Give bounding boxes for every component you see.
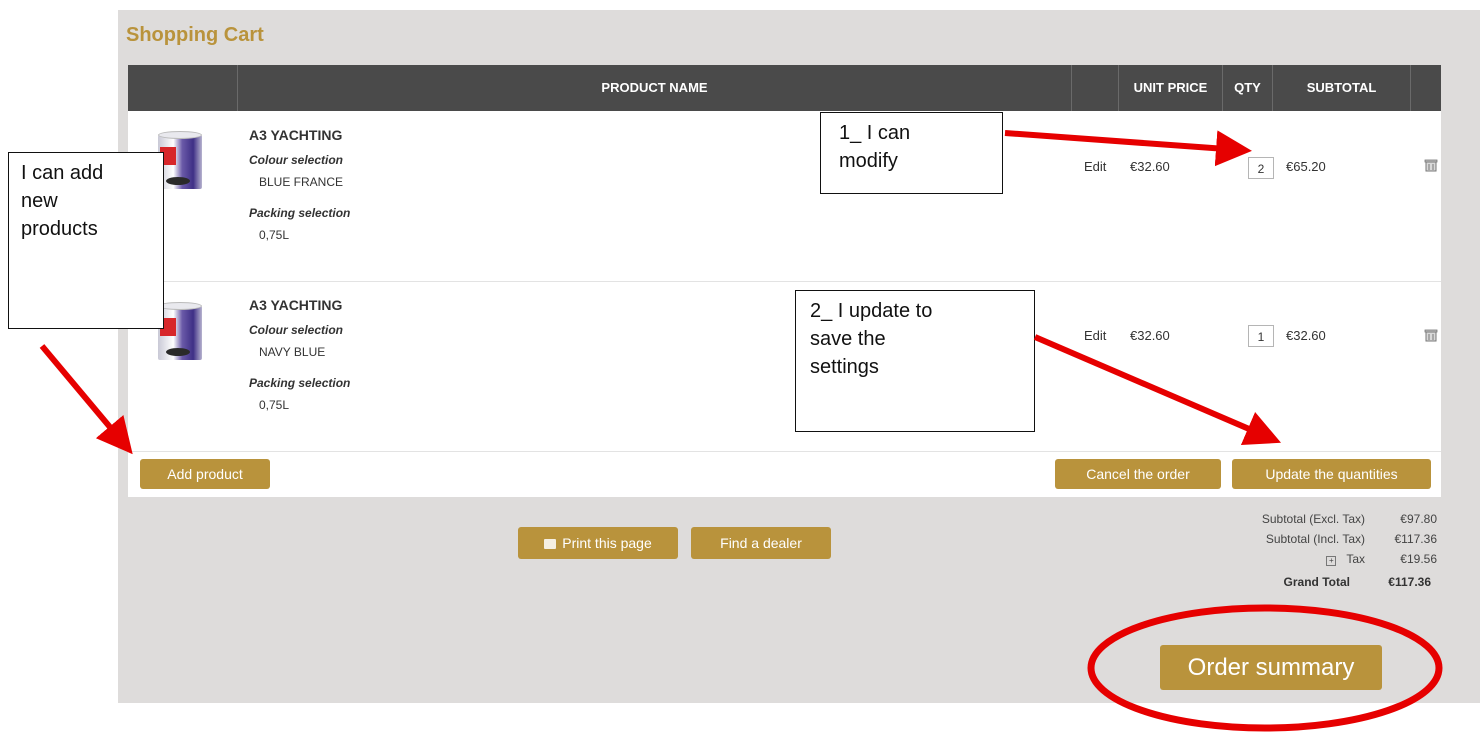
subtotal-excl-value: €97.80 bbox=[1400, 512, 1437, 526]
expand-icon[interactable]: + bbox=[1326, 556, 1337, 566]
annotation-add-products: I can add new products bbox=[8, 152, 164, 329]
unit-price: €32.60 bbox=[1130, 159, 1170, 174]
colour-value: BLUE FRANCE bbox=[259, 175, 344, 189]
order-summary-button[interactable]: Order summary bbox=[1160, 645, 1382, 690]
annotation-line: new bbox=[21, 190, 58, 212]
packing-label: Packing selection bbox=[249, 206, 351, 220]
annotation-line: settings bbox=[810, 356, 879, 378]
print-page-label: Print this page bbox=[562, 535, 652, 551]
annotation-update: 2_ I update to save the settings bbox=[795, 290, 1035, 432]
packing-value: 0,75L bbox=[259, 228, 290, 242]
grand-total-value: €117.36 bbox=[1388, 575, 1431, 589]
row-subtotal: €32.60 bbox=[1286, 328, 1326, 343]
annotation-modify: 1_ I can modify bbox=[820, 112, 1003, 194]
product-name[interactable]: A3 YACHTING bbox=[249, 297, 342, 313]
edit-link[interactable]: Edit bbox=[1084, 328, 1106, 343]
product-image[interactable] bbox=[158, 300, 202, 362]
subtotal-incl-label: Subtotal (Incl. Tax) bbox=[1265, 532, 1365, 546]
row-subtotal: €65.20 bbox=[1286, 159, 1326, 174]
header-unit-price: UNIT PRICE bbox=[1118, 65, 1222, 111]
find-dealer-button[interactable]: Find a dealer bbox=[691, 527, 831, 559]
header-product-name: PRODUCT NAME bbox=[237, 65, 1071, 111]
trash-icon[interactable] bbox=[1424, 158, 1438, 172]
annotation-line: 1_ I can bbox=[839, 122, 911, 144]
add-product-button[interactable]: Add product bbox=[140, 459, 270, 489]
unit-price: €32.60 bbox=[1130, 328, 1170, 343]
header-qty: QTY bbox=[1222, 65, 1272, 111]
trash-icon[interactable] bbox=[1424, 328, 1438, 342]
annotation-line: I can add bbox=[21, 162, 104, 184]
colour-value: NAVY BLUE bbox=[259, 345, 326, 359]
product-name[interactable]: A3 YACHTING bbox=[249, 127, 342, 143]
cart-table: PRODUCT NAME UNIT PRICE QTY SUBTOTAL A3 … bbox=[128, 65, 1441, 497]
qty-input[interactable]: 2 bbox=[1248, 157, 1274, 179]
header-edit-col bbox=[1071, 65, 1118, 111]
subtotal-excl-label: Subtotal (Excl. Tax) bbox=[1261, 512, 1365, 526]
packing-label: Packing selection bbox=[249, 376, 351, 390]
subtotal-incl-value: €117.36 bbox=[1394, 532, 1438, 546]
annotation-line: save the bbox=[810, 328, 886, 350]
table-header: PRODUCT NAME UNIT PRICE QTY SUBTOTAL bbox=[128, 65, 1441, 111]
edit-link[interactable]: Edit bbox=[1084, 159, 1106, 174]
header-image-col bbox=[128, 65, 237, 111]
arrow-to-add-product bbox=[39, 344, 133, 455]
qty-input[interactable]: 1 bbox=[1248, 325, 1274, 347]
tax-label: Tax bbox=[1346, 552, 1365, 566]
annotation-line: modify bbox=[839, 150, 898, 172]
header-remove-col bbox=[1410, 65, 1441, 111]
packing-value: 0,75L bbox=[259, 398, 290, 412]
product-image[interactable] bbox=[158, 129, 202, 191]
tax-row[interactable]: + Tax bbox=[1290, 550, 1365, 568]
table-row: A3 YACHTING Colour selection BLUE FRANCE… bbox=[128, 111, 1441, 281]
update-quantities-button[interactable]: Update the quantities bbox=[1232, 459, 1431, 489]
annotation-line: 2_ I update to bbox=[810, 300, 933, 322]
printer-icon bbox=[544, 539, 557, 549]
colour-label: Colour selection bbox=[249, 323, 344, 337]
tax-value: €19.56 bbox=[1400, 552, 1437, 566]
cancel-order-button[interactable]: Cancel the order bbox=[1055, 459, 1221, 489]
grand-total-label: Grand Total bbox=[1283, 575, 1350, 589]
table-row: A3 YACHTING Colour selection NAVY BLUE P… bbox=[128, 282, 1441, 451]
page-title: Shopping Cart bbox=[126, 24, 264, 46]
colour-label: Colour selection bbox=[249, 153, 344, 167]
annotation-line: products bbox=[21, 218, 98, 240]
header-subtotal: SUBTOTAL bbox=[1272, 65, 1410, 111]
print-page-button[interactable]: Print this page bbox=[518, 527, 678, 559]
